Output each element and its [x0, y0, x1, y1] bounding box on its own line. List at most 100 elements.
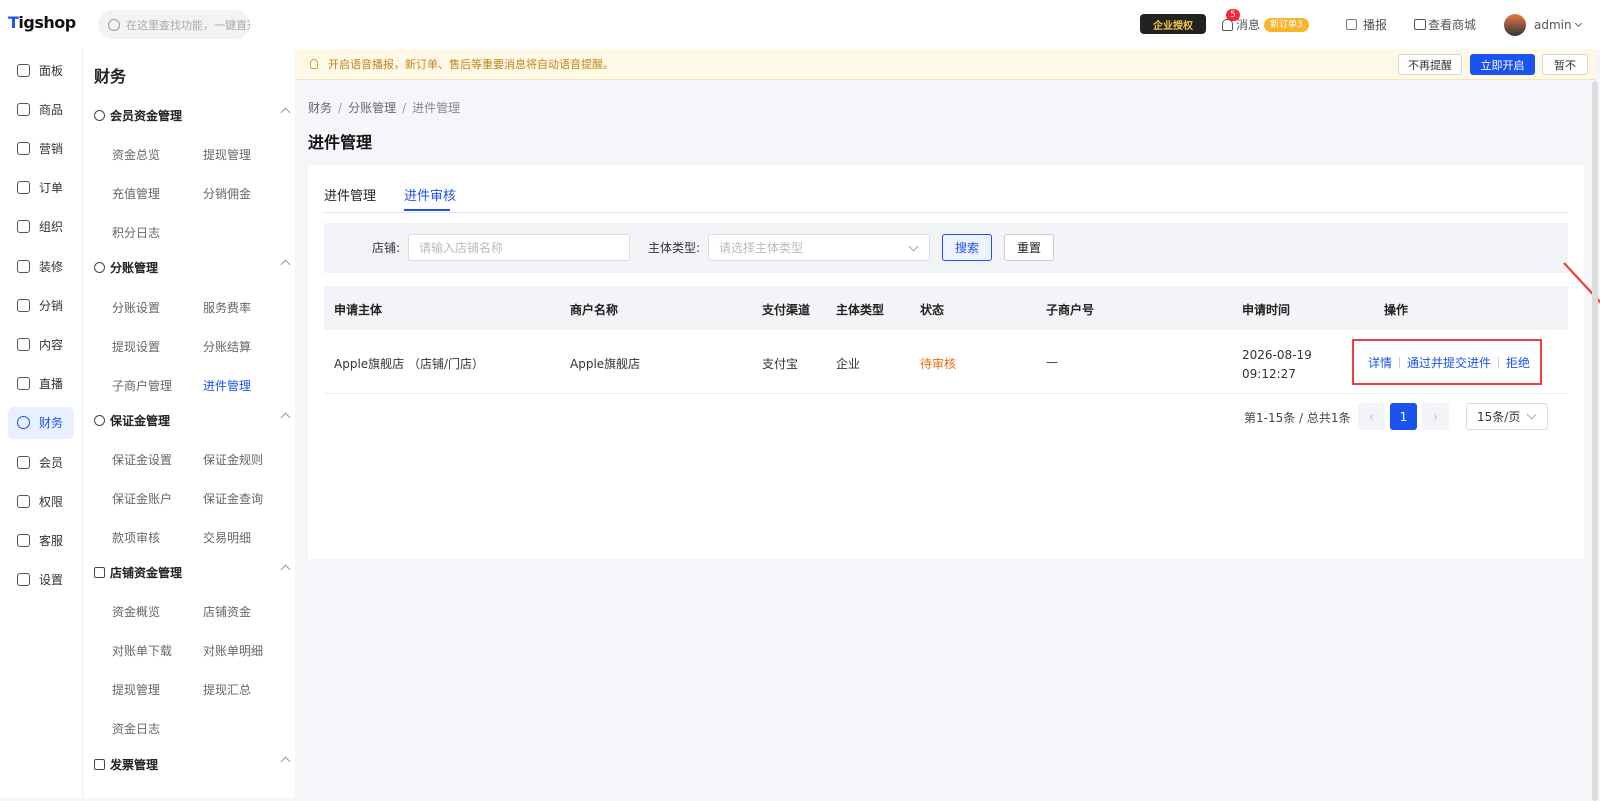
next-page-button[interactable]: › — [1422, 403, 1449, 430]
subnav-item[interactable]: 分账设置 — [112, 299, 160, 316]
chevron-up-icon — [280, 259, 291, 270]
table-row: Apple旗舰店 （店铺/门店） Apple旗舰店 支付宝 企业 待审核 — 2… — [324, 330, 1568, 394]
cell-subject: Apple旗舰店 （店铺/门店） — [334, 357, 485, 371]
messages-button[interactable]: 消息 新订单3 — [1222, 0, 1309, 49]
scrollbar[interactable] — [1592, 81, 1598, 801]
type-select[interactable]: 请选择主体类型 — [708, 234, 930, 261]
subnav-item[interactable]: 资金总览 — [112, 146, 160, 163]
nav-item-12[interactable]: 客服 — [8, 524, 74, 556]
subnav-item[interactable]: 保证金查询 — [203, 490, 263, 507]
content-card: 进件管理 进件审核 店铺: 请输入店铺名称 主体类型: 请选择主体类型 搜索 重… — [308, 165, 1584, 559]
subnav-item[interactable]: 保证金账户 — [112, 490, 172, 507]
row-actions-highlight: 详情 通过并提交进件 拒绝 — [1352, 339, 1542, 385]
view-mall-button[interactable]: 查看商城 — [1414, 0, 1476, 49]
subnav-item[interactable]: 交易明细 — [203, 529, 251, 546]
subnav-item[interactable]: 充值管理 — [112, 185, 160, 202]
col-ops: 操作 — [1384, 303, 1409, 317]
nav-item-13[interactable]: 设置 — [8, 564, 74, 596]
prev-page-button[interactable]: ‹ — [1358, 403, 1385, 430]
cell-time: 2026-08-19 09:12:27 — [1242, 348, 1312, 381]
type-label: 主体类型: — [648, 241, 701, 255]
logo[interactable]: Tigshop — [8, 13, 76, 32]
subnav-item[interactable]: 款项审核 — [112, 529, 160, 546]
subnav-item[interactable]: 提现设置 — [112, 338, 160, 355]
subnav-item[interactable]: 提现汇总 — [203, 681, 251, 698]
nav-item-10[interactable]: 会员 — [8, 446, 74, 478]
breadcrumb-current: 进件管理 — [412, 101, 461, 115]
col-merchant: 商户名称 — [570, 303, 619, 317]
nav-item-11[interactable]: 权限 — [8, 485, 74, 517]
group-split-accounts[interactable]: 分账管理 — [94, 257, 291, 277]
subnav-item[interactable]: 保证金规则 — [203, 451, 263, 468]
subnav-item[interactable]: 店铺资金 — [203, 603, 251, 620]
group-member-funds[interactable]: 会员资金管理 — [94, 105, 291, 125]
nav-item-1[interactable]: 商品 — [8, 93, 74, 125]
subnav-item[interactable]: 服务费率 — [203, 299, 251, 316]
new-order-badge: 新订单3 — [1264, 17, 1309, 32]
nav-item-6[interactable]: 分销 — [8, 289, 74, 321]
shield-icon — [94, 109, 105, 121]
search-button[interactable]: 搜索 — [942, 234, 992, 261]
approve-submit-link[interactable]: 通过并提交进件 — [1407, 354, 1491, 371]
group-store-funds[interactable]: 店铺资金管理 — [94, 562, 291, 582]
chevron-down-icon — [908, 241, 919, 252]
detail-link[interactable]: 详情 — [1368, 354, 1392, 371]
col-subject: 申请主体 — [334, 303, 383, 317]
breadcrumb-item[interactable]: 分账管理 — [348, 101, 396, 115]
subnav-item[interactable]: 分账结算 — [203, 338, 251, 355]
cell-channel: 支付宝 — [762, 357, 799, 371]
subnav-item[interactable]: 对账单明细 — [203, 642, 263, 659]
enterprise-badge[interactable]: 企业授权 — [1140, 14, 1206, 34]
cell-sub-no: — — [1046, 355, 1058, 369]
chevron-up-icon — [280, 412, 291, 423]
col-time: 申请时间 — [1242, 303, 1291, 317]
subnav-item[interactable]: 分销佣金 — [203, 185, 251, 202]
breadcrumb-item[interactable]: 财务 — [308, 101, 332, 115]
nav-item-7[interactable]: 内容 — [8, 328, 74, 360]
group-deposit[interactable]: 保证金管理 — [94, 410, 291, 430]
pager-summary: 第1-15条 / 总共1条 — [1244, 411, 1351, 425]
subnav-item[interactable]: 提现管理 — [203, 146, 251, 163]
later-button[interactable]: 暂不 — [1542, 54, 1588, 75]
divider — [1399, 356, 1401, 368]
no-remind-button[interactable]: 不再提醒 — [1398, 54, 1462, 75]
subnav-item[interactable]: 保证金设置 — [112, 451, 172, 468]
decorate-icon — [17, 259, 30, 273]
group-invoice[interactable]: 发票管理 — [94, 754, 291, 774]
search-icon — [108, 18, 120, 31]
subnav-item[interactable]: 资金日志 — [112, 720, 160, 737]
global-search[interactable]: 在这里查找功能，一键直达 — [98, 10, 250, 39]
tab-active-indicator — [404, 209, 450, 211]
subnav-item[interactable]: 积分日志 — [112, 224, 160, 241]
subnav-item[interactable]: 子商户管理 — [112, 377, 172, 394]
enable-now-button[interactable]: 立即开启 — [1470, 54, 1535, 75]
nav-item-5[interactable]: 装修 — [8, 250, 74, 282]
reset-button[interactable]: 重置 — [1004, 234, 1054, 261]
reject-link[interactable]: 拒绝 — [1506, 354, 1530, 371]
nav-item-8[interactable]: 直播 — [8, 368, 74, 400]
col-sub-no: 子商户号 — [1046, 303, 1095, 317]
live-icon — [17, 377, 30, 391]
nav-item-4[interactable]: 组织 — [8, 211, 74, 243]
page-1-button[interactable]: 1 — [1390, 403, 1417, 430]
top-bar: Tigshop 在这里查找功能，一键直达 企业授权 5 消息 新订单3 播报 查… — [0, 0, 1600, 49]
subnav-item-active[interactable]: 进件管理 — [203, 377, 251, 394]
tab-onboarding-review[interactable]: 进件审核 — [404, 185, 456, 204]
subnav-item[interactable]: 提现管理 — [112, 681, 160, 698]
nav-item-3[interactable]: 订单 — [8, 172, 74, 204]
tab-onboarding[interactable]: 进件管理 — [324, 185, 376, 204]
nav-item-9[interactable]: 财务 — [8, 406, 74, 439]
member-icon — [17, 455, 30, 469]
nav-item-0[interactable]: 面板 — [8, 54, 74, 86]
subnav-item[interactable]: 资金概览 — [112, 603, 160, 620]
shop-label: 店铺: — [372, 241, 401, 255]
user-menu[interactable]: admin — [1504, 0, 1582, 49]
broadcast-button[interactable]: 播报 — [1346, 0, 1387, 49]
nav-item-2[interactable]: 营销 — [8, 132, 74, 164]
page-size-select[interactable]: 15条/页 — [1466, 403, 1548, 430]
avatar — [1504, 13, 1526, 36]
tab-bar: 进件管理 进件审核 — [324, 165, 1568, 213]
shop-input[interactable]: 请输入店铺名称 — [408, 234, 630, 261]
status-badge: 待审核 — [920, 357, 957, 371]
subnav-item[interactable]: 对账单下载 — [112, 642, 172, 659]
